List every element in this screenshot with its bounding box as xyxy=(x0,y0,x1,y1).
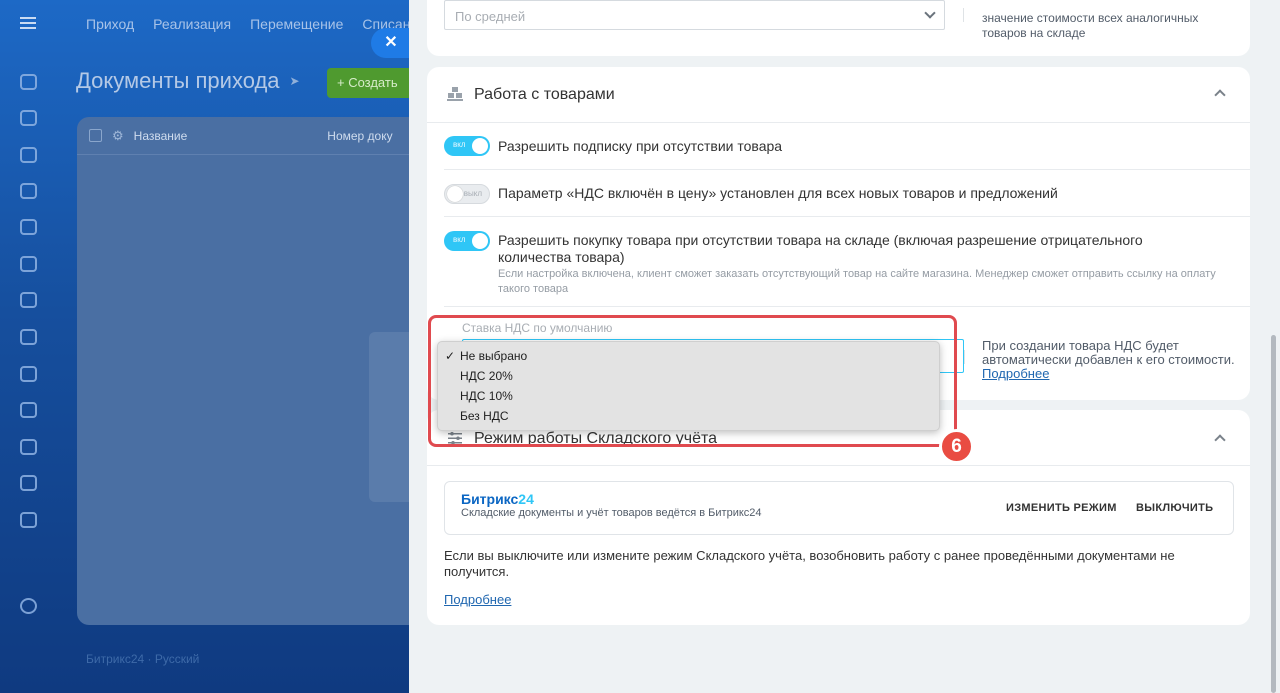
negative-stock-label: Разрешить покупку товара при отсутствии … xyxy=(498,232,1143,265)
mode-box: Битрикс24 Складские документы и учёт тов… xyxy=(444,481,1234,535)
column-header-number[interactable]: Номер доку xyxy=(327,129,392,143)
toggle-state: вкл xyxy=(453,140,466,149)
filter-icon[interactable] xyxy=(20,219,37,235)
top-navigation: Приход Реализация Перемещение Списан xyxy=(86,16,410,32)
toggle-knob xyxy=(472,138,488,154)
cost-method-hint: значение стоимости всех аналогичных това… xyxy=(982,11,1199,40)
chevron-up-icon[interactable] xyxy=(1214,89,1226,101)
chevron-up-icon[interactable] xyxy=(1214,434,1226,446)
crm-icon[interactable] xyxy=(20,183,37,199)
gear-icon[interactable]: ⚙ xyxy=(112,128,124,144)
mail-icon[interactable] xyxy=(20,439,37,455)
left-sidebar xyxy=(0,0,57,693)
nav-item-1[interactable]: Реализация xyxy=(153,16,231,32)
subscription-label: Разрешить подписку при отсутствии товара xyxy=(498,138,783,154)
brand-description: Складские документы и учёт товаров ведёт… xyxy=(461,507,762,519)
document-icon[interactable] xyxy=(20,366,37,382)
brand-number: 24 xyxy=(518,491,534,507)
nav-item-0[interactable]: Приход xyxy=(86,16,134,32)
activity-icon[interactable] xyxy=(20,74,37,90)
brand-logo: Битрикс24 xyxy=(461,491,534,507)
nav-item-2[interactable]: Перемещение xyxy=(250,16,343,32)
disable-button[interactable]: ВЫКЛЮЧИТЬ xyxy=(1136,502,1213,514)
contacts-icon[interactable] xyxy=(20,475,37,491)
footer: Битрикс24 · Русский xyxy=(86,652,200,666)
cost-method-select[interactable]: По средней xyxy=(444,0,945,30)
card-icon[interactable] xyxy=(20,402,37,418)
subscription-toggle[interactable]: вкл xyxy=(444,136,490,156)
separator xyxy=(444,169,1250,170)
schedule-icon[interactable] xyxy=(20,292,37,308)
divider xyxy=(963,8,964,22)
mode-more-link[interactable]: Подробнее xyxy=(444,592,511,607)
vat-included-label: Параметр «НДС включён в цену» установлен… xyxy=(498,185,1058,201)
highlight-frame xyxy=(428,315,957,447)
brand-name: Битрикс xyxy=(461,491,519,507)
goods-card-title: Работа с товарами xyxy=(474,86,615,103)
separator xyxy=(444,216,1250,217)
separator xyxy=(444,306,1250,307)
toggle-state: вкл xyxy=(453,235,466,244)
vat-included-toggle[interactable]: выкл xyxy=(444,184,490,204)
toggle-knob xyxy=(447,186,463,202)
column-header-name[interactable]: Название xyxy=(134,129,188,143)
cost-method-card: По средней значение стоимости всех анало… xyxy=(427,0,1250,56)
toggle-state: выкл xyxy=(463,189,482,198)
scrollbar[interactable] xyxy=(1271,335,1276,693)
select-all-checkbox[interactable] xyxy=(89,129,102,142)
negative-stock-description: Если настройка включена, клиент сможет з… xyxy=(498,268,1216,295)
negative-stock-toggle[interactable]: вкл xyxy=(444,231,490,251)
calendar-icon[interactable] xyxy=(20,256,37,272)
documents-table: ⚙ Название Номер доку xyxy=(77,117,437,625)
toggle-knob xyxy=(472,233,488,249)
divider xyxy=(964,350,965,364)
chevron-down-icon xyxy=(924,7,936,19)
tasks-icon[interactable] xyxy=(20,110,37,126)
pin-icon[interactable]: ➤ xyxy=(290,74,300,88)
goods-card-header[interactable]: Работа с товарами xyxy=(427,67,1250,123)
change-mode-button[interactable]: ИЗМЕНИТЬ РЕЖИМ xyxy=(1006,502,1117,514)
vat-more-link[interactable]: Подробнее xyxy=(982,366,1049,381)
settings-icon[interactable] xyxy=(20,598,37,614)
boxes-icon xyxy=(447,87,463,101)
step-badge: 6 xyxy=(939,429,974,464)
monitor-icon[interactable] xyxy=(20,512,37,528)
page-title: Документы прихода xyxy=(76,68,280,93)
mode-warning: Если вы выключите или измените режим Скл… xyxy=(444,548,1175,579)
cost-method-value: По средней xyxy=(455,9,526,24)
chat-icon[interactable] xyxy=(20,147,37,163)
close-slider-button[interactable]: ✕ xyxy=(371,28,411,58)
menu-icon[interactable] xyxy=(20,17,36,29)
robot-icon[interactable] xyxy=(20,329,37,345)
vat-hint-text: При создании товара НДС будет автоматиче… xyxy=(982,338,1235,367)
vat-rate-hint: При создании товара НДС будет автоматиче… xyxy=(982,339,1252,381)
